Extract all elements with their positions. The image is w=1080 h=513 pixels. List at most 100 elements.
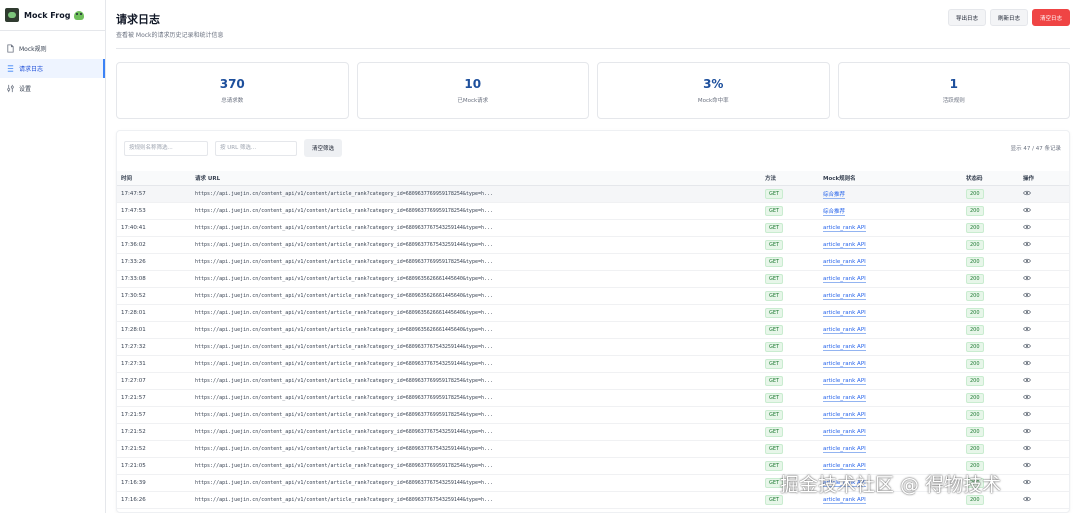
table-row[interactable]: 17:21:52 https://api.juejin.cn/content_ap… [117,440,1069,458]
rule-link[interactable]: article_rank API [823,377,866,385]
cell-rule: article_rank API [823,236,966,254]
table-row[interactable]: 17:33:26 https://api.juejin.cn/content_ap… [117,253,1069,271]
rule-link[interactable]: article_rank API [823,411,866,419]
status-badge: 200 [966,358,984,369]
table-row[interactable]: 17:40:41 https://api.juejin.cn/content_ap… [117,219,1069,237]
stat-label: Mock命中率 [697,98,729,104]
rule-link[interactable]: article_rank API [823,445,866,453]
method-badge: GET [765,188,784,199]
clear-log-button[interactable]: 清空日志 [1031,9,1070,26]
status-badge: 200 [966,273,984,284]
rule-link[interactable]: 综合推荐 [823,208,846,216]
stats-row: 370 总请求数 10 已Mock请求 3% Mock命中率 1 活跃规则 [116,62,1070,119]
view-eye-icon[interactable] [1023,479,1031,485]
status-badge: 200 [966,205,984,216]
rule-link[interactable]: article_rank API [823,428,866,436]
cell-operation [1023,355,1069,373]
rule-link[interactable]: article_rank API [823,394,866,402]
cell-status: 200 [966,202,1023,220]
cell-method: GET [765,185,823,203]
page-title: 请求日志 [116,13,160,26]
view-eye-icon[interactable] [1023,411,1031,417]
rule-link[interactable]: 综合推荐 [823,191,846,199]
rule-link[interactable]: article_rank API [823,258,866,266]
view-eye-icon[interactable] [1023,275,1031,281]
table-row[interactable]: 17:28:01 https://api.juejin.cn/content_ap… [117,321,1069,339]
cell-rule: article_rank API [823,338,966,356]
brand: Mock Frog [0,0,105,31]
main-content: 请求日志 查看被 Mock的请求历史记录和统计信息 导出日志 刷新日志 清空日志… [116,0,1070,513]
table-row[interactable]: 17:30:52 https://api.juejin.cn/content_ap… [117,287,1069,305]
cell-status: 200 [966,236,1023,254]
column-header-time[interactable]: 时间 [117,171,195,186]
view-eye-icon[interactable] [1023,309,1031,315]
view-eye-icon[interactable] [1023,190,1031,196]
table-row[interactable]: 17:33:08 https://api.juejin.cn/content_ap… [117,270,1069,288]
stat-card-active-rules: 1 活跃规则 [837,62,1070,119]
sidebar-nav: Mock规则 请求日志 设置 [0,39,105,98]
view-eye-icon[interactable] [1023,207,1031,213]
sidebar-item-settings[interactable]: 设置 [0,79,105,98]
refresh-log-button[interactable]: 刷新日志 [989,9,1028,26]
rule-link[interactable]: article_rank API [823,241,866,249]
status-badge: 200 [966,222,984,233]
rule-link[interactable]: article_rank API [823,326,866,334]
cell-time: 17:33:26 [117,253,195,271]
view-eye-icon[interactable] [1023,360,1031,366]
rule-link[interactable]: article_rank API [823,496,866,504]
view-eye-icon[interactable] [1023,428,1031,434]
method-badge: GET [765,358,784,369]
column-header-status[interactable]: 状态码 [966,171,1023,186]
stat-card-hit-rate: 3% Mock命中率 [597,62,830,119]
table-row[interactable]: 17:27:32 https://api.juejin.cn/content_ap… [117,338,1069,356]
view-eye-icon[interactable] [1023,326,1031,332]
status-badge: 200 [966,375,984,386]
view-eye-icon[interactable] [1023,394,1031,400]
cell-time: 17:27:31 [117,355,195,373]
cell-url: https://api.juejin.cn/content_api/v1/con… [195,202,765,220]
url-filter-input[interactable] [215,140,297,156]
table-row[interactable]: 17:28:01 https://api.juejin.cn/content_ap… [117,304,1069,322]
view-eye-icon[interactable] [1023,258,1031,264]
view-eye-icon[interactable] [1023,445,1031,451]
cell-status: 200 [966,338,1023,356]
rule-link[interactable]: article_rank API [823,343,866,351]
clear-filter-button[interactable]: 清空筛选 [304,139,343,157]
sidebar-item-mock-rules[interactable]: Mock规则 [0,39,105,58]
view-eye-icon[interactable] [1023,496,1031,502]
rule-name-filter-input[interactable] [124,140,208,156]
view-eye-icon[interactable] [1023,462,1031,468]
column-header-method[interactable]: 方法 [765,171,823,186]
status-badge: 200 [966,409,984,420]
column-header-url[interactable]: 请求 URL [195,171,765,186]
rule-link[interactable]: article_rank API [823,309,866,317]
rule-link[interactable]: article_rank API [823,224,866,232]
view-eye-icon[interactable] [1023,343,1031,349]
cell-method: GET [765,355,823,373]
sidebar-item-label: 请求日志 [19,66,44,73]
table-row[interactable]: 17:47:53 https://api.juejin.cn/content_ap… [117,202,1069,220]
table-row[interactable]: 17:36:02 https://api.juejin.cn/content_ap… [117,236,1069,254]
view-eye-icon[interactable] [1023,377,1031,383]
rule-link[interactable]: article_rank API [823,275,866,283]
table-row[interactable]: 17:21:57 https://api.juejin.cn/content_ap… [117,406,1069,424]
export-log-button[interactable]: 导出日志 [947,9,986,26]
column-header-rule[interactable]: Mock规则名 [823,171,966,186]
view-eye-icon[interactable] [1023,292,1031,298]
watermark: 掘金技术社区 @ 得物技术 [780,474,1002,496]
table-row[interactable]: 17:21:57 https://api.juejin.cn/content_ap… [117,389,1069,407]
rule-link[interactable]: article_rank API [823,360,866,368]
method-badge: GET [765,205,784,216]
stat-value: 1 [949,77,958,91]
cell-rule: 综合推荐 [823,202,966,220]
rule-link[interactable]: article_rank API [823,292,866,300]
table-row[interactable]: 17:47:57 https://api.juejin.cn/content_ap… [117,185,1069,203]
cell-status: 200 [966,406,1023,424]
sidebar-item-request-log[interactable]: 请求日志 [0,59,105,78]
table-row[interactable]: 17:27:07 https://api.juejin.cn/content_ap… [117,372,1069,390]
table-row[interactable]: 17:27:31 https://api.juejin.cn/content_ap… [117,355,1069,373]
rule-link[interactable]: article_rank API [823,462,866,470]
view-eye-icon[interactable] [1023,241,1031,247]
table-row[interactable]: 17:21:52 https://api.juejin.cn/content_ap… [117,423,1069,441]
view-eye-icon[interactable] [1023,224,1031,230]
